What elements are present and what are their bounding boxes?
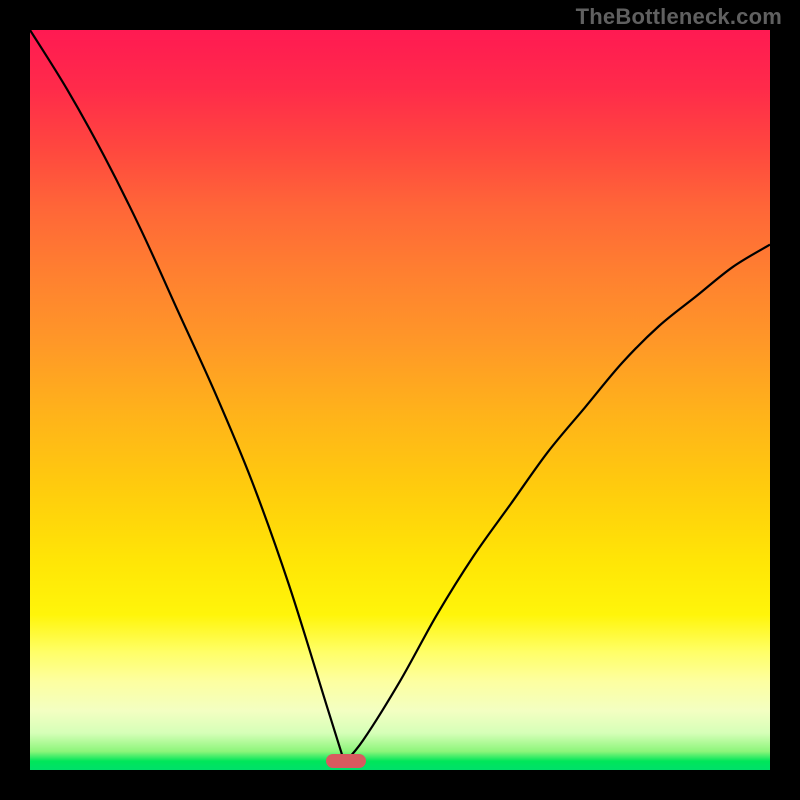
outer-frame: TheBottleneck.com — [0, 0, 800, 800]
right-curve — [345, 245, 771, 763]
left-curve — [30, 30, 345, 763]
plot-area — [30, 30, 770, 770]
bottleneck-curves — [30, 30, 770, 770]
min-marker — [326, 754, 366, 768]
watermark-text: TheBottleneck.com — [576, 4, 782, 30]
